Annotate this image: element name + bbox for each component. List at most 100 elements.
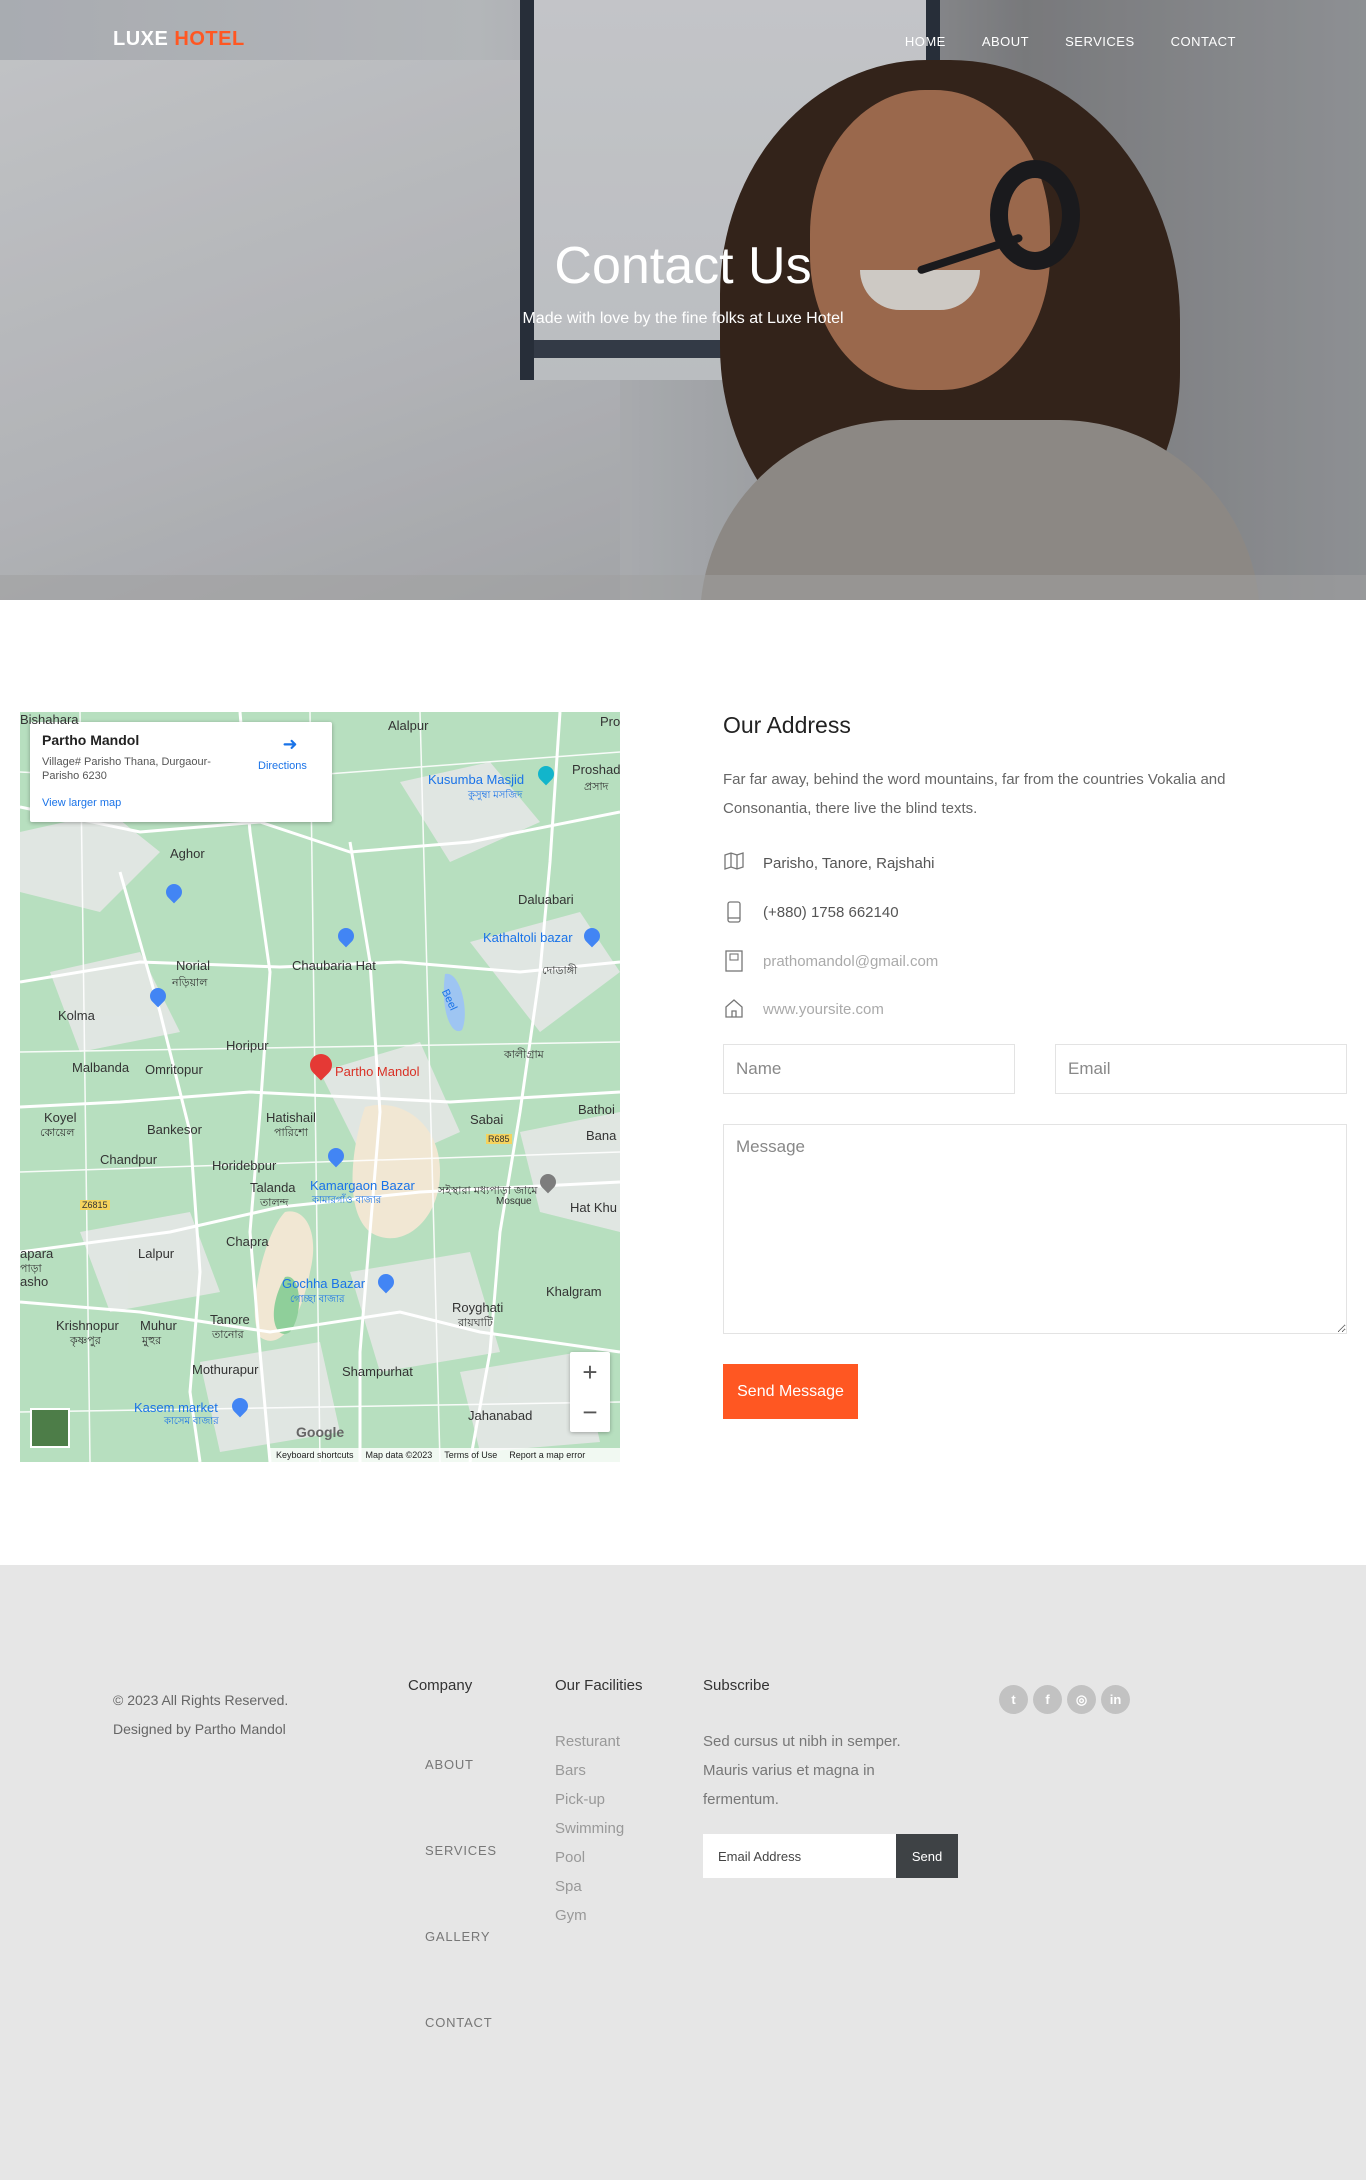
map-roads xyxy=(20,712,620,1462)
map-label: Omritopur xyxy=(145,1062,203,1077)
map-label: apara xyxy=(20,1246,54,1261)
email-row: prathomandol@gmail.com xyxy=(723,950,938,972)
facility-item[interactable]: Pool xyxy=(555,1843,624,1872)
facilities-list: Resturant Bars Pick-up Swimming Pool Spa… xyxy=(555,1727,624,1930)
map-label: Hat Khu xyxy=(570,1200,617,1215)
footer-credits: © 2023 All Rights Reserved. Designed by … xyxy=(113,1686,288,1744)
map-label: Muhur xyxy=(140,1318,177,1333)
map-label: মুহুর xyxy=(142,1335,162,1347)
map-label: Norial xyxy=(176,958,210,973)
facility-item[interactable]: Spa xyxy=(555,1872,624,1901)
map-label: Bankesor xyxy=(147,1122,202,1137)
map-label: Kusumba Masjid xyxy=(428,772,525,787)
map-label: R685 xyxy=(486,1134,512,1144)
facility-item[interactable]: Gym xyxy=(555,1901,624,1930)
footer-link-contact[interactable]: CONTACT xyxy=(425,2015,492,2030)
terms-link[interactable]: Terms of Use xyxy=(444,1448,497,1462)
facility-item[interactable]: Swimming xyxy=(555,1814,624,1843)
name-field[interactable] xyxy=(723,1044,1015,1094)
company-heading: Company xyxy=(408,1677,473,1694)
map-label: নড়িয়াল xyxy=(172,977,208,989)
phone-icon xyxy=(723,901,745,923)
facility-item[interactable]: Bars xyxy=(555,1756,624,1785)
directions-link[interactable]: Directions xyxy=(258,760,307,772)
map-label: তালন্দ xyxy=(260,1197,289,1209)
map-label: Khalgram xyxy=(546,1284,602,1299)
facilities-heading: Our Facilities xyxy=(555,1677,643,1694)
nav-contact[interactable]: CONTACT xyxy=(1171,34,1236,49)
nav-services[interactable]: SERVICES xyxy=(1065,34,1135,49)
home-icon xyxy=(723,998,745,1020)
map-place-name: Partho Mandol xyxy=(42,732,140,748)
map-label: Lalpur xyxy=(138,1246,175,1261)
hero-overlay xyxy=(0,0,1366,600)
subscribe-heading: Subscribe xyxy=(703,1677,770,1694)
address-row: Parisho, Tanore, Rajshahi xyxy=(723,852,935,874)
twitter-icon[interactable]: t xyxy=(999,1685,1028,1714)
map-label: কৃষ্ণপুর xyxy=(70,1335,101,1347)
address-text: Parisho, Tanore, Rajshahi xyxy=(763,854,935,872)
google-map[interactable]: Partho Mandol Village# Parisho Thana, Du… xyxy=(20,712,620,1462)
address-intro: Far far away, behind the word mountains,… xyxy=(723,771,1226,817)
map-label: প্রসাদ xyxy=(584,781,609,793)
website-row: www.yoursite.com xyxy=(723,998,884,1020)
instagram-icon[interactable]: ◎ xyxy=(1067,1685,1096,1714)
facility-item[interactable]: Pick-up xyxy=(555,1785,624,1814)
zoom-in-button[interactable]: + xyxy=(570,1352,610,1392)
view-larger-map-link[interactable]: View larger map xyxy=(42,797,121,809)
nav-home[interactable]: HOME xyxy=(905,34,946,49)
website-text[interactable]: www.yoursite.com xyxy=(763,1001,884,1018)
subscribe-email-input[interactable] xyxy=(703,1834,896,1878)
directions-icon[interactable]: ➜ xyxy=(280,734,300,754)
report-error-link[interactable]: Report a map error xyxy=(509,1448,585,1462)
hero-section: LUXE HOTEL HOME ABOUT SERVICES CONTACT C… xyxy=(0,0,1366,600)
map-label: পারিশো xyxy=(274,1127,308,1139)
map-label: Kamargaon Bazar xyxy=(310,1178,415,1193)
map-label: Daluabari xyxy=(518,892,574,907)
map-label: দোডাঙ্গী xyxy=(542,965,578,977)
send-message-button[interactable]: Send Message xyxy=(723,1364,858,1419)
footer: © 2023 All Rights Reserved. Designed by … xyxy=(0,1565,1366,2180)
copyright-text: © 2023 All Rights Reserved. xyxy=(113,1692,289,1708)
map-label: Sabai xyxy=(470,1112,504,1127)
page-subtitle: Made with love by the fine folks at Luxe… xyxy=(522,310,844,327)
map-info-card: Partho Mandol Village# Parisho Thana, Du… xyxy=(30,722,332,822)
map-label: রায়ঘাটি xyxy=(458,1317,493,1329)
map-label: Chandpur xyxy=(100,1152,158,1167)
map-label: Aghor xyxy=(170,846,205,861)
map-label: Bana xyxy=(586,1128,617,1143)
mail-icon xyxy=(723,950,745,972)
subscribe-text: Sed cursus ut nibh in semper. Mauris var… xyxy=(703,1733,901,1808)
map-satellite-toggle[interactable] xyxy=(30,1408,70,1448)
map-label: কামারগাঁও বাজার xyxy=(312,1195,382,1206)
map-label: Kathaltoli bazar xyxy=(483,930,573,945)
footer-link-gallery[interactable]: GALLERY xyxy=(425,1929,490,1944)
map-zoom-control: + − xyxy=(570,1352,610,1432)
footer-link-about[interactable]: ABOUT xyxy=(425,1757,474,1772)
nav-about[interactable]: ABOUT xyxy=(982,34,1029,49)
email-field[interactable] xyxy=(1055,1044,1347,1094)
map-label: কুসুম্বা মসজিদ xyxy=(468,790,523,801)
keyboard-shortcuts-link[interactable]: Keyboard shortcuts xyxy=(276,1448,354,1462)
map-label: Krishnopur xyxy=(56,1318,119,1333)
phone-row: (+880) 1758 662140 xyxy=(723,901,899,923)
map-label: Bathoi xyxy=(578,1102,615,1117)
brand-logo[interactable]: LUXE HOTEL xyxy=(113,28,245,51)
map-data-text: Map data ©2023 xyxy=(365,1450,433,1460)
email-text[interactable]: prathomandol@gmail.com xyxy=(763,953,938,970)
map-label: গোচ্ছা বাজার xyxy=(290,1294,345,1305)
footer-link-services[interactable]: SERVICES xyxy=(425,1843,497,1858)
map-attribution: Keyboard shortcuts Map data ©2023 Terms … xyxy=(270,1448,620,1462)
map-label: Partho Mandol xyxy=(335,1064,420,1079)
message-field[interactable] xyxy=(723,1124,1347,1334)
linkedin-icon[interactable]: in xyxy=(1101,1685,1130,1714)
facility-item[interactable]: Resturant xyxy=(555,1727,624,1756)
facebook-icon[interactable]: f xyxy=(1033,1685,1062,1714)
map-label: Alalpur xyxy=(388,718,429,733)
map-label: Hatishail xyxy=(266,1110,316,1125)
address-heading: Our Address xyxy=(723,712,851,738)
zoom-out-button[interactable]: − xyxy=(570,1392,610,1432)
subscribe-send-button[interactable]: Send xyxy=(896,1834,958,1878)
hero-bottom-band xyxy=(0,575,1366,600)
social-links: t f ◎ in xyxy=(999,1685,1130,1714)
